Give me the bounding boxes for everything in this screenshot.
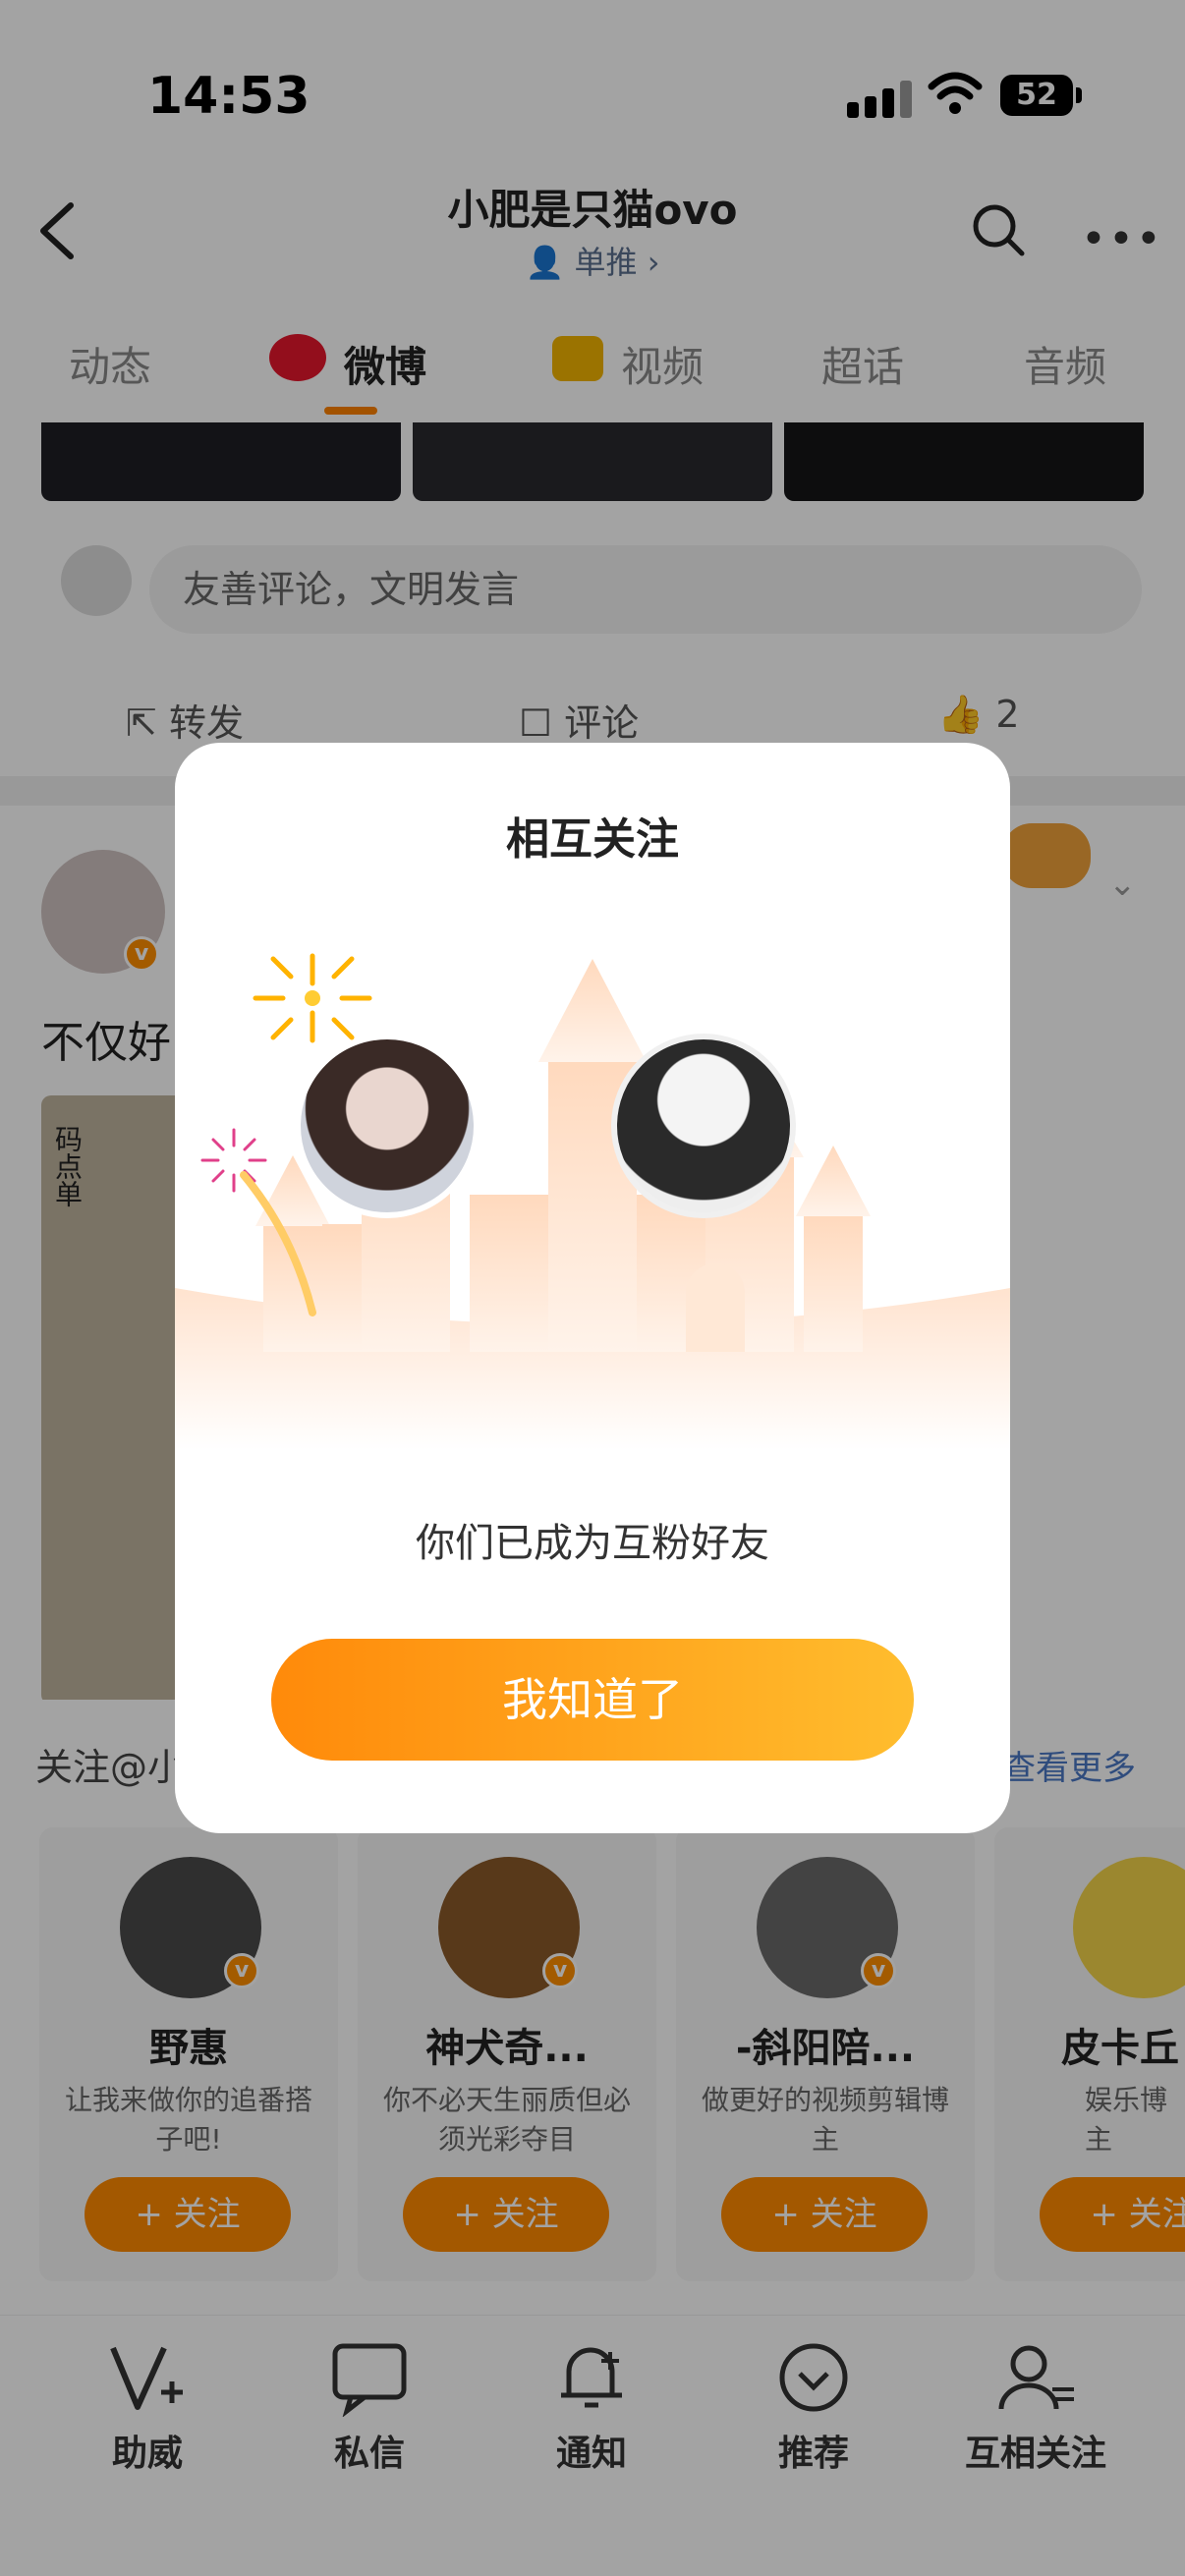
castle-illustration-icon bbox=[175, 953, 1010, 1450]
friend-avatar bbox=[611, 1034, 796, 1218]
dialog-message: 你们已成为互粉好友 bbox=[416, 1521, 769, 1566]
my-avatar bbox=[295, 1034, 480, 1218]
dialog-title: 相互关注 bbox=[506, 814, 679, 865]
confirm-button[interactable]: 我知道了 bbox=[271, 1639, 914, 1761]
mutual-follow-dialog: 相互关注 你们已成为互粉好友 我知道了 bbox=[175, 743, 1010, 1833]
